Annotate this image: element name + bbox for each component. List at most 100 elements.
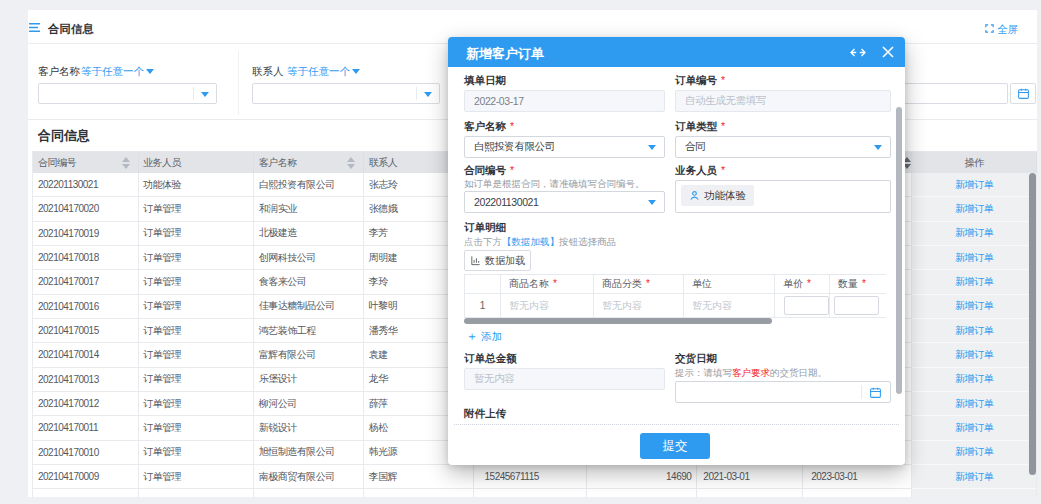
fullscreen-icon[interactable] (984, 23, 995, 34)
detail-row: 1 暂无内容 暂无内容 暂无内容 (464, 294, 886, 318)
table-cell: 订单管理 (139, 416, 254, 440)
detail-horizontal-scrollbar[interactable] (464, 318, 772, 324)
table-cell: 订单管理 (139, 295, 254, 319)
modal-close-icon[interactable] (882, 46, 894, 58)
table-cell: 202104170011 (33, 416, 139, 440)
total-amount-input: 暂无内容 (464, 368, 665, 390)
add-row-link[interactable]: 添加 (466, 328, 502, 345)
table-cell: 李国辉 (364, 465, 474, 489)
order-detail-label: 订单明细 (464, 221, 506, 235)
sort-customer-icon[interactable] (347, 157, 355, 169)
data-load-button[interactable]: 数据加载 (464, 250, 531, 271)
sort-contract-no-icon[interactable] (122, 157, 130, 169)
delivery-date-hint: 提示：请填写客户要求的交货日期。 (675, 367, 827, 380)
table-cell: 202104170009 (33, 465, 139, 489)
product-category-cell[interactable]: 暂无内容 (602, 299, 642, 313)
page-title: 合同信息 (48, 22, 94, 37)
detail-col-price: 单价 (783, 277, 811, 291)
table-cell: 14690 (587, 465, 697, 489)
detail-header-row: 商品名称 商品分类 单位 单价 数量 (464, 274, 886, 294)
table-cell: 202104170010 (33, 441, 139, 465)
fullscreen-button[interactable]: 全屏 (997, 23, 1018, 37)
new-order-link[interactable]: 新增订单 (955, 445, 993, 459)
order-detail-table: 商品名称 商品分类 单位 单价 数量 1 暂无内容 暂无内容 暂无内容 (464, 274, 886, 319)
table-cell: 食客来公司 (254, 270, 364, 294)
filter-contact-operator-caret-icon[interactable] (352, 69, 360, 74)
new-order-link[interactable]: 新增订单 (955, 251, 993, 265)
delivery-date-input[interactable] (675, 381, 891, 403)
new-order-link[interactable]: 新增订单 (955, 202, 993, 216)
new-order-link[interactable]: 新增订单 (955, 470, 993, 484)
table-cell: 订单管理 (139, 343, 254, 367)
new-order-link[interactable]: 新增订单 (955, 275, 993, 289)
new-order-link[interactable]: 新增订单 (955, 397, 993, 411)
table-cell: 鸿艺装饰工程 (254, 319, 364, 343)
table-cell: 柳河公司 (254, 392, 364, 416)
table-row: 202104170009订单管理南极商贸有限公司李国辉1524567111514… (33, 465, 1037, 489)
new-order-link[interactable]: 新增订单 (955, 421, 993, 435)
filter-divider (238, 51, 239, 115)
order-type-select[interactable]: 合同 (675, 136, 891, 158)
delivery-date-label: 交货日期 (675, 352, 717, 366)
col-salesperson: 业务人员 (143, 156, 181, 170)
price-input[interactable] (784, 296, 829, 315)
product-name-cell[interactable]: 暂无内容 (509, 299, 549, 313)
filter-contact-select[interactable] (252, 83, 440, 104)
filter-customer-select[interactable] (38, 83, 217, 104)
detail-col-name: 商品名称 (509, 277, 557, 291)
col-customer: 客户名称 (259, 156, 297, 170)
table-cell: 15245671115 (474, 465, 588, 489)
customer-label: 客户名称 (464, 120, 514, 134)
table-cell: 202104170013 (33, 368, 139, 392)
modal-scrollbar[interactable] (896, 107, 902, 394)
table-cell: 202104170012 (33, 392, 139, 416)
fill-date-label: 填单日期 (464, 74, 506, 88)
calendar-icon (869, 386, 882, 399)
detail-col-qty: 数量 (838, 277, 866, 291)
fill-date-input: 2022-03-17 (464, 90, 665, 112)
table-cell: 202104170016 (33, 295, 139, 319)
table-cell: 富辉有限公司 (254, 343, 364, 367)
salesperson-chip[interactable]: 功能体验 (681, 185, 754, 206)
bar-chart-icon (470, 255, 481, 266)
table-cell: 订单管理 (139, 319, 254, 343)
table-vertical-scrollbar[interactable] (1029, 173, 1036, 475)
menu-icon[interactable] (29, 23, 40, 32)
new-order-link[interactable]: 新增订单 (955, 226, 993, 240)
table-cell: 202104170015 (33, 319, 139, 343)
unit-cell[interactable]: 暂无内容 (692, 299, 732, 313)
table-cell: 2023-03-01 (803, 465, 912, 489)
table-cell: 和润实业 (254, 197, 364, 221)
col-contract-no: 合同编号 (38, 156, 76, 170)
attachment-divider (454, 424, 899, 425)
contract-no-select[interactable]: 202201130021 (464, 191, 665, 213)
filter-date-calendar-button[interactable] (1010, 83, 1036, 104)
table-cell: 佳事达糖制品公司 (254, 295, 364, 319)
table-cell: 订单管理 (139, 222, 254, 246)
submit-button[interactable]: 提交 (640, 433, 710, 459)
table-cell: 旭恒制造有限公司 (254, 441, 364, 465)
qty-input[interactable] (834, 296, 879, 315)
table-cell: 202104170019 (33, 222, 139, 246)
table-cell: 南极商贸有限公司 (254, 465, 364, 489)
order-no-label: 订单编号 (675, 74, 725, 88)
filter-contact-operator[interactable]: 等于任意一个 (287, 65, 350, 79)
new-order-link[interactable]: 新增订单 (955, 178, 993, 192)
new-order-link[interactable]: 新增订单 (955, 324, 993, 338)
filter-customer-operator-caret-icon[interactable] (146, 69, 154, 74)
new-order-link[interactable]: 新增订单 (955, 299, 993, 313)
table-cell: 202104170020 (33, 197, 139, 221)
detail-col-category: 商品分类 (602, 277, 650, 291)
customer-select[interactable]: 白熙投资有限公司 (464, 136, 665, 158)
filter-contact-label: 联系人 (252, 65, 284, 79)
filter-customer-label: 客户名称 (38, 65, 80, 79)
table-cell: 订单管理 (139, 441, 254, 465)
table-cell: 202104170014 (33, 343, 139, 367)
contract-no-hint: 如订单是根据合同，请准确填写合同编号。 (464, 178, 645, 191)
table-cell: 功能体验 (139, 173, 254, 197)
new-order-modal: 新增客户订单 填单日期 2022-03-17 订单编号 自动生成无需填写 客户名… (448, 37, 905, 465)
new-order-link[interactable]: 新增订单 (955, 372, 993, 386)
modal-resize-icon[interactable] (850, 48, 866, 57)
filter-customer-operator[interactable]: 等于任意一个 (81, 65, 144, 79)
new-order-link[interactable]: 新增订单 (955, 348, 993, 362)
